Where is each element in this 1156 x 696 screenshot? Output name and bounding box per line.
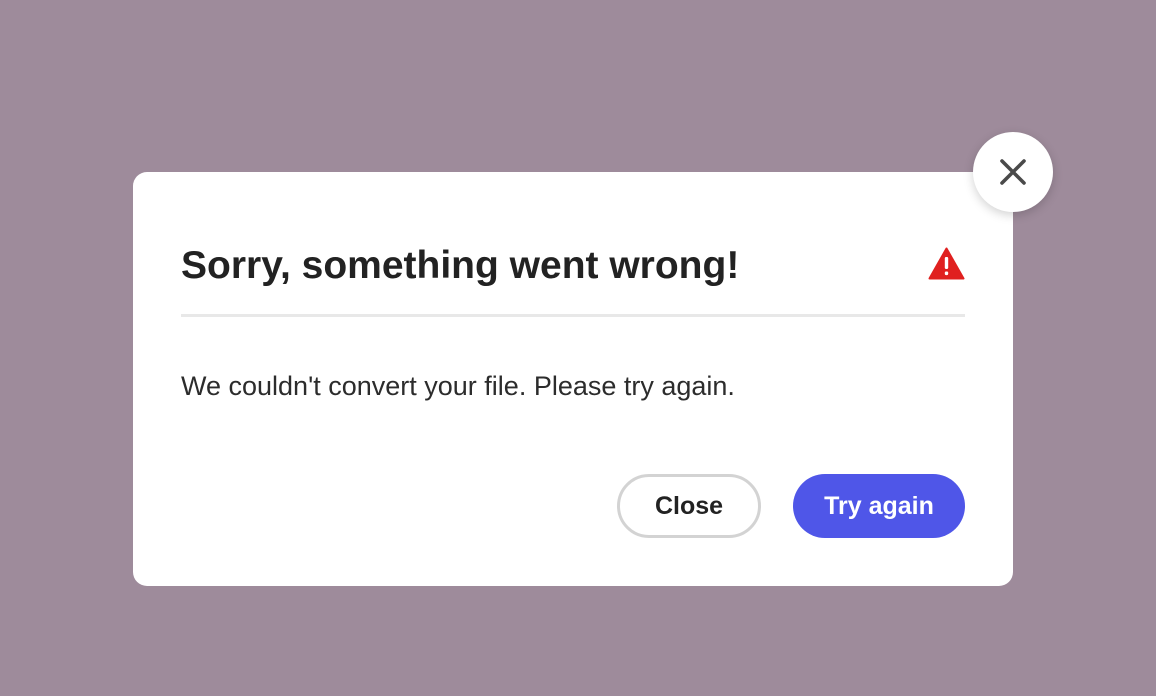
try-again-button[interactable]: Try again — [793, 474, 965, 538]
header-divider — [181, 314, 965, 317]
dialog-dismiss-button[interactable] — [973, 132, 1053, 212]
dialog-header: Sorry, something went wrong! — [181, 234, 965, 294]
dialog-message: We couldn't convert your file. Please tr… — [181, 371, 735, 401]
close-button[interactable]: Close — [617, 474, 761, 538]
warning-triangle-icon — [928, 247, 965, 280]
error-dialog: Sorry, something went wrong! We couldn't… — [133, 172, 1013, 586]
dialog-title: Sorry, something went wrong! — [181, 244, 740, 287]
close-x-icon — [1000, 159, 1026, 185]
